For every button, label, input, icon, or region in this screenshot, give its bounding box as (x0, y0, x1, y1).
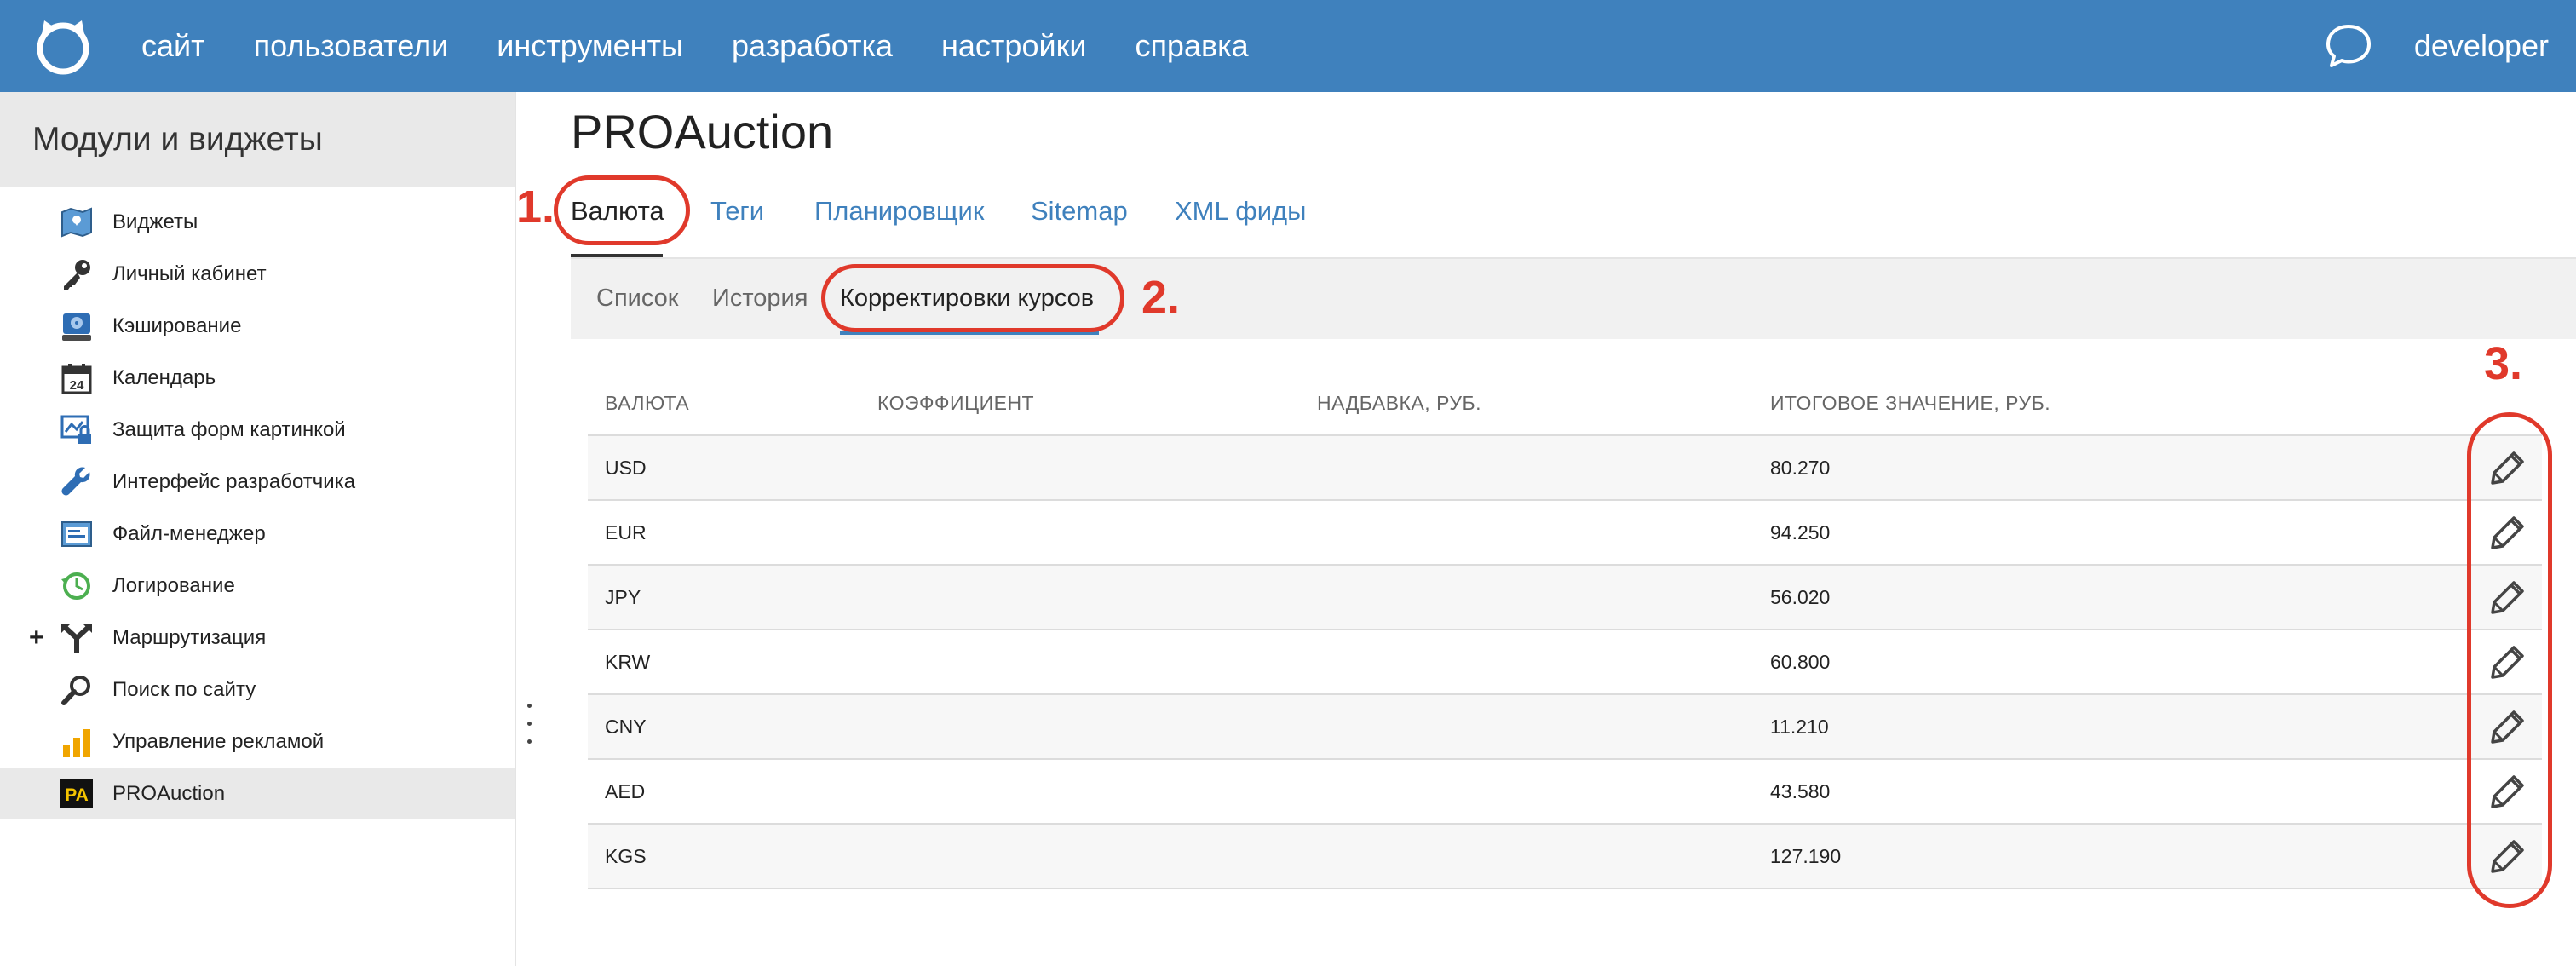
annotation-oval-adjustments-subtab (821, 264, 1124, 332)
nav-site[interactable]: сайт (141, 28, 205, 64)
cell-currency: KGS (605, 845, 647, 867)
nav-development[interactable]: разработка (732, 28, 893, 64)
map-widgets-icon (61, 207, 92, 238)
wrench-icon (61, 467, 90, 496)
cell-currency: USD (605, 457, 647, 479)
cell-currency: JPY (605, 586, 641, 608)
annotation-step-1: 1. (516, 181, 555, 233)
main-menu: сайт пользователи инструменты разработка… (141, 0, 1297, 92)
table-row: KRW 60.800 (588, 630, 2542, 695)
table-row: USD 80.270 (588, 436, 2542, 501)
cell-currency: EUR (605, 521, 647, 543)
sidebar-item-site-search[interactable]: Поиск по сайту (0, 664, 515, 716)
cell-total: 11.210 (1770, 716, 1829, 738)
tab-scheduler[interactable]: Планировщик (814, 196, 984, 227)
cat-logo-icon[interactable] (32, 15, 94, 77)
routing-fork-icon (61, 624, 92, 653)
nav-users[interactable]: пользователи (254, 28, 449, 64)
sidebar: Модули и виджеты Виджеты Личный кабинет … (0, 92, 516, 966)
page-title: PROAuction (571, 105, 834, 158)
drive-icon (62, 313, 91, 341)
cell-total: 43.580 (1770, 780, 1831, 802)
sidebar-resize-handle[interactable] (525, 704, 533, 755)
col-currency-header[interactable]: ВАЛЮТА (605, 392, 689, 415)
sidebar-item-ads[interactable]: Управление рекламой (0, 716, 515, 768)
table-row: KGS 127.190 (588, 825, 2542, 889)
top-right-area: developer (2324, 0, 2549, 92)
sidebar-item-calendar[interactable]: 24 Календарь (0, 352, 515, 404)
cell-total: 56.020 (1770, 586, 1831, 608)
sidebar-item-logging[interactable]: Логирование (0, 560, 515, 612)
sidebar-list: Виджеты Личный кабинет Кэширование 24 Ка… (0, 196, 515, 819)
calendar-icon: 24 (61, 364, 92, 394)
table-header: ВАЛЮТА КОЭФФИЦИЕНТ НАДБАВКА, РУБ. ИТОГОВ… (588, 371, 2542, 436)
table-row: EUR 94.250 (588, 501, 2542, 566)
sidebar-item-label: Кэширование (112, 313, 242, 337)
cell-total: 80.270 (1770, 457, 1831, 479)
sidebar-item-label: Файл-менеджер (112, 521, 266, 545)
cell-currency: CNY (605, 716, 647, 738)
col-markup-header[interactable]: НАДБАВКА, РУБ. (1317, 392, 1481, 415)
sidebar-item-captcha[interactable]: Защита форм картинкой (0, 404, 515, 456)
cell-total: 127.190 (1770, 845, 1842, 867)
top-navigation-bar: сайт пользователи инструменты разработка… (0, 0, 2576, 92)
annotation-step-2: 2. (1141, 272, 1181, 323)
col-coefficient-header[interactable]: КОЭФФИЦИЕНТ (877, 392, 1034, 415)
tab-tags[interactable]: Теги (710, 196, 764, 227)
table-row: JPY 56.020 (588, 566, 2542, 630)
user-menu[interactable]: developer (2414, 28, 2549, 64)
cell-total: 60.800 (1770, 651, 1831, 673)
nav-settings[interactable]: настройки (941, 28, 1086, 64)
expand-plus-icon[interactable]: + (29, 624, 44, 653)
sidebar-item-label: PROAuction (112, 781, 226, 805)
table-row: CNY 11.210 (588, 695, 2542, 760)
sidebar-item-widgets[interactable]: Виджеты (0, 196, 515, 248)
sidebar-item-label: Календарь (112, 365, 216, 389)
rate-adjustments-table: ВАЛЮТА КОЭФФИЦИЕНТ НАДБАВКА, РУБ. ИТОГОВ… (588, 371, 2542, 889)
sidebar-item-label: Виджеты (112, 210, 198, 233)
annotation-oval-edit-column (2467, 412, 2552, 908)
tab-xml-feeds[interactable]: XML фиды (1175, 196, 1306, 227)
sidebar-item-label: Маршрутизация (112, 625, 267, 649)
sidebar-item-routing[interactable]: + Маршрутизация (0, 612, 515, 664)
sidebar-item-label: Поиск по сайту (112, 677, 256, 701)
annotation-oval-currency-tab (554, 175, 690, 245)
sidebar-item-label: Личный кабинет (112, 262, 267, 285)
cell-currency: KRW (605, 651, 651, 673)
annotation-step-3: 3. (2484, 338, 2523, 389)
svg-text:24: 24 (70, 378, 84, 393)
sidebar-item-label: Логирование (112, 573, 235, 597)
sidebar-item-caching[interactable]: Кэширование (0, 300, 515, 352)
svg-text:PA: PA (65, 785, 89, 805)
nav-tools[interactable]: инструменты (497, 28, 683, 64)
sidebar-item-label: Защита форм картинкой (112, 417, 346, 441)
sidebar-item-file-manager[interactable]: Файл-менеджер (0, 508, 515, 560)
log-clock-icon (61, 572, 90, 600)
nav-help[interactable]: справка (1135, 28, 1248, 64)
col-total-header[interactable]: ИТОГОВОЕ ЗНАЧЕНИЕ, РУБ. (1770, 392, 2050, 415)
subtab-list[interactable]: Список (596, 285, 679, 313)
cell-currency: AED (605, 780, 646, 802)
proauction-logo-icon: PA (60, 779, 93, 808)
sidebar-title: Модули и виджеты (0, 92, 515, 187)
tab-sitemap[interactable]: Sitemap (1031, 196, 1128, 227)
sidebar-item-label: Интерфейс разработчика (112, 469, 356, 493)
sidebar-item-dev-interface[interactable]: Интерфейс разработчика (0, 456, 515, 508)
cell-total: 94.250 (1770, 521, 1831, 543)
subtab-history[interactable]: История (712, 285, 808, 313)
sidebar-item-label: Управление рекламой (112, 729, 325, 753)
magnifier-icon (61, 676, 90, 705)
sidebar-item-proauction[interactable]: PA PROAuction (0, 768, 515, 819)
bar-chart-icon (63, 729, 90, 757)
table-row: AED 43.580 (588, 760, 2542, 825)
key-icon (64, 260, 90, 290)
sidebar-item-personal-cabinet[interactable]: Личный кабинет (0, 248, 515, 300)
chat-bubble-icon[interactable] (2324, 21, 2373, 71)
file-manager-icon (61, 521, 92, 547)
captcha-lock-icon (60, 415, 91, 444)
